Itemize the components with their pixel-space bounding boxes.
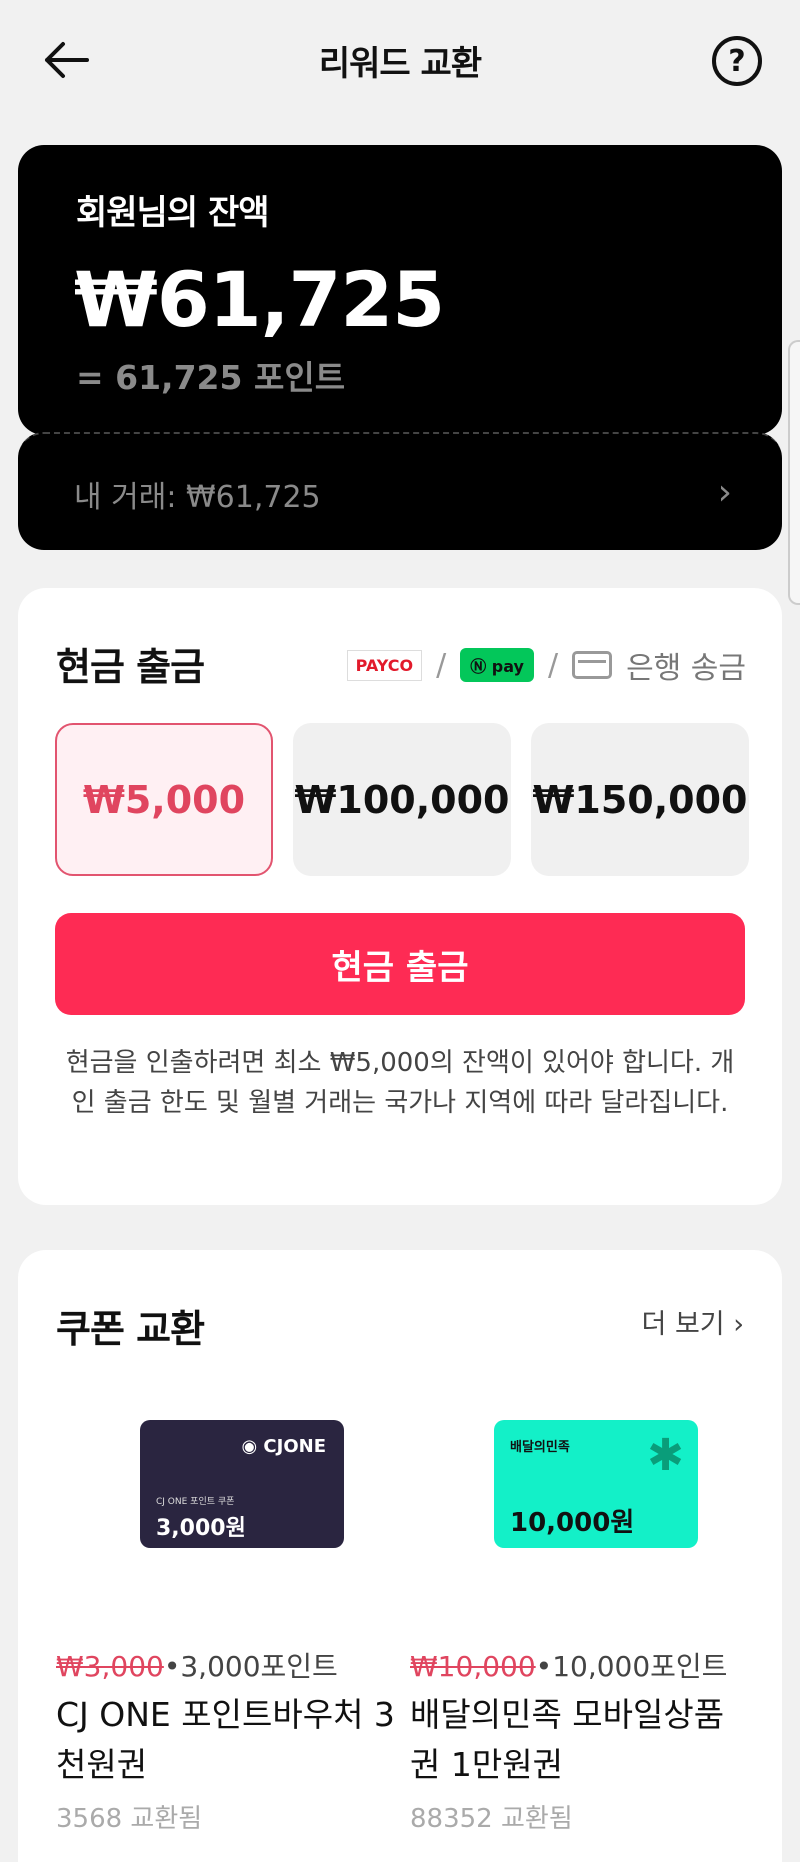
balance-card: 회원님의 잔액 ₩61,725 = 61,725 포인트	[18, 145, 782, 435]
card-icon	[572, 651, 613, 679]
help-icon[interactable]: ?	[712, 36, 762, 86]
separator: /	[547, 647, 559, 683]
coupon-exchange-count: 3568 교환됨	[56, 1804, 203, 1834]
coupon-image-amount: 3,000원	[156, 1516, 246, 1541]
coupon-image-amount: 10,000원	[510, 1508, 635, 1538]
cj-one-logo: ◉ CJONE	[241, 1436, 326, 1457]
chevron-right-icon: ›	[717, 472, 732, 513]
coupon-exchange-card: 쿠폰 교환 더 보기 › ◉ CJONE CJ ONE 포인트 쿠폰 3,000…	[18, 1250, 782, 1862]
coupon-exchange-count: 88352 교환됨	[410, 1804, 573, 1834]
transactions-label: 내 거래: ₩61,725	[74, 480, 321, 515]
gift-bow-icon: ✱	[647, 1430, 684, 1481]
transactions-row[interactable]: 내 거래: ₩61,725 ›	[18, 432, 782, 550]
npay-label: pay	[491, 657, 524, 676]
amount-option-100000[interactable]: ₩100,000	[293, 723, 511, 876]
cash-withdraw-title: 현금 출금	[56, 645, 205, 689]
baemin-logo: 배달의민족	[510, 1440, 570, 1455]
balance-points: = 61,725 포인트	[76, 358, 346, 397]
withdraw-notice: 현금을 인출하려면 최소 ₩5,000의 잔액이 있어야 합니다. 개인 출금 …	[65, 1048, 735, 1118]
coupon-price: ₩10,000•10,000포인트	[410, 1645, 727, 1685]
cash-withdraw-card: 현금 출금 PAYCO / Ⓝ pay / 은행 송금 ₩5,000 ₩100,…	[18, 588, 782, 1205]
amount-option-5000[interactable]: ₩5,000	[55, 723, 273, 876]
payco-logo: PAYCO	[346, 649, 423, 681]
coupon-image-cj-one: ◉ CJONE CJ ONE 포인트 쿠폰 3,000원	[140, 1420, 344, 1548]
header: 리워드 교환 ?	[0, 0, 800, 125]
page-title: 리워드 교환	[318, 44, 482, 84]
coupon-image-sub: CJ ONE 포인트 쿠폰	[156, 1497, 235, 1507]
amount-option-150000[interactable]: ₩150,000	[531, 723, 749, 876]
scrollbar[interactable]	[788, 340, 800, 605]
coupon-name: CJ ONE 포인트바우처 3천원권	[56, 1695, 395, 1784]
balance-label: 회원님의 잔액	[76, 193, 270, 233]
payment-methods: PAYCO / Ⓝ pay / 은행 송금	[346, 643, 746, 687]
amount-options: ₩5,000 ₩100,000 ₩150,000	[55, 723, 749, 876]
balance-amount: ₩61,725	[74, 255, 445, 344]
original-price: ₩10,000	[410, 1650, 536, 1683]
bank-transfer-label: 은행 송금	[626, 651, 746, 686]
point-price: •10,000포인트	[535, 1650, 728, 1683]
npay-logo: Ⓝ pay	[460, 648, 534, 682]
coupon-exchange-title: 쿠폰 교환	[56, 1307, 205, 1351]
more-link[interactable]: 더 보기 ›	[642, 1302, 744, 1341]
withdraw-button[interactable]: 현금 출금	[55, 913, 745, 1015]
original-price: ₩3,000	[56, 1650, 164, 1683]
coupon-image-baemin: 배달의민족 ✱ 10,000원	[494, 1420, 698, 1548]
point-price: •3,000포인트	[163, 1650, 338, 1683]
separator: /	[436, 647, 447, 683]
coupon-price: ₩3,000•3,000포인트	[56, 1645, 338, 1685]
coupon-name: 배달의민족 모바일상품권 1만원권	[410, 1695, 725, 1784]
